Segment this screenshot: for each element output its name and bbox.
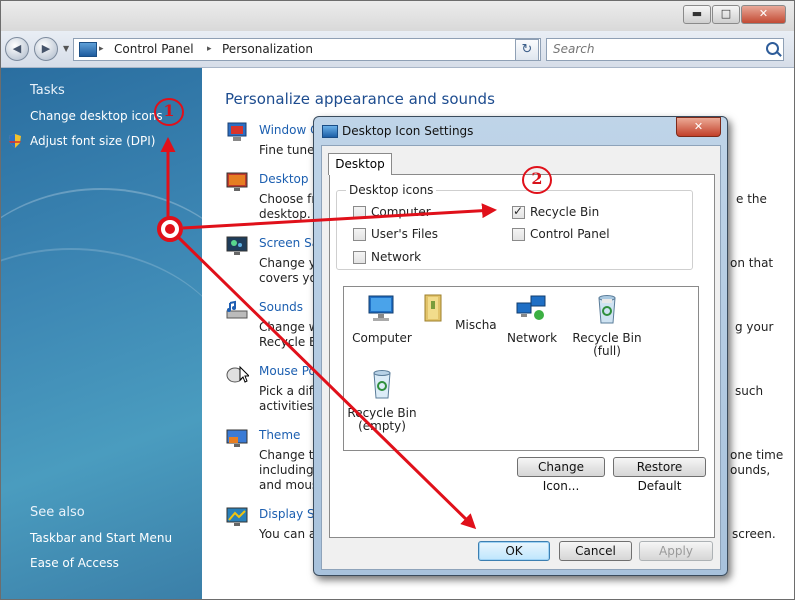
change-desktop-icons-link[interactable]: Change desktop icons	[30, 109, 163, 123]
desktop-background-description: desktop.	[259, 207, 311, 221]
title-bar: ▬ □ ✕	[1, 1, 794, 31]
page-title: Personalize appearance and sounds	[225, 90, 495, 108]
theme-link[interactable]: Theme	[259, 428, 300, 442]
ok-button[interactable]: OK	[478, 541, 550, 561]
refresh-button[interactable]: ↻	[515, 39, 539, 61]
screen-saver-icon	[226, 236, 248, 255]
dialog-close-button[interactable]: ✕	[676, 117, 721, 137]
mouse-pointer-icon	[226, 365, 249, 383]
icon-label: Recycle Bin (full)	[572, 331, 642, 358]
icon-recycle-bin-empty[interactable]: Recycle Bin (empty)	[342, 368, 422, 433]
dialog-body: Desktop Desktop icons Computer Recycle B…	[321, 145, 721, 570]
apply-button[interactable]: Apply	[639, 541, 713, 561]
description-fragment: g your	[735, 320, 774, 334]
navigation-bar: ◀ ▶ ▼ ▸ Control Panel ▸ Personalization …	[1, 31, 794, 68]
recycle-bin-checkbox[interactable]: Recycle Bin	[512, 204, 600, 219]
tab-desktop[interactable]: Desktop	[328, 153, 392, 175]
dialog-app-icon	[322, 125, 338, 138]
see-also-heading: See also	[30, 505, 85, 520]
desktop-icons-group-label: Desktop icons	[346, 183, 437, 197]
sounds-link[interactable]: Sounds	[259, 300, 303, 314]
checkbox-box[interactable]	[353, 227, 366, 241]
icon-mischa[interactable]: Mischa	[417, 293, 497, 332]
description-fragment: on that	[730, 256, 774, 270]
mouse-pointers-link[interactable]: Mouse Po	[259, 364, 316, 378]
breadcrumb-separator-icon[interactable]: ▸	[99, 44, 104, 54]
breadcrumb-control-panel[interactable]: Control Panel	[114, 42, 194, 56]
checkbox-box[interactable]	[353, 250, 366, 264]
adjust-font-size-link[interactable]: Adjust font size (DPI)	[30, 134, 155, 148]
cancel-button[interactable]: Cancel	[559, 541, 632, 561]
maximize-button[interactable]: □	[712, 5, 740, 24]
computer-icon	[368, 295, 394, 321]
recycle-bin-empty-icon	[373, 370, 391, 399]
change-icon-button[interactable]: Change Icon...	[517, 457, 605, 493]
checkbox-box[interactable]	[512, 227, 525, 241]
recycle-bin-full-icon	[598, 295, 616, 324]
breadcrumb-personalization[interactable]: Personalization	[222, 42, 313, 56]
minimize-button[interactable]: ▬	[683, 5, 711, 24]
users-files-checkbox[interactable]: User's Files	[353, 227, 438, 241]
caption-buttons: ▬ □ ✕	[682, 5, 786, 24]
icon-label: Network	[506, 331, 558, 345]
description-fragment: e the	[736, 192, 767, 206]
description-fragment: ounds,	[730, 463, 771, 477]
icon-label: Recycle Bin (empty)	[347, 406, 417, 433]
computer-checkbox[interactable]: Computer	[353, 205, 431, 219]
display-settings-description: You can al	[259, 527, 320, 541]
address-bar[interactable]: ▸ Control Panel ▸ Personalization ▼	[73, 38, 541, 61]
tasks-heading: Tasks	[30, 83, 65, 98]
search-icon[interactable]	[766, 42, 779, 55]
recent-pages-dropdown-icon[interactable]: ▼	[63, 44, 69, 53]
icon-label: Mischa	[455, 318, 497, 332]
checkbox-label: User's Files	[371, 227, 439, 241]
checkbox-label: Control Panel	[530, 227, 610, 241]
forward-button[interactable]: ▶	[34, 37, 58, 61]
description-fragment: such	[735, 384, 764, 398]
checkbox-label: Computer	[371, 205, 431, 219]
uac-shield-icon	[9, 134, 21, 148]
icon-label: Computer	[352, 331, 412, 345]
description-fragment: screen.	[732, 527, 776, 541]
theme-description: Change th	[259, 448, 322, 462]
icon-recycle-bin-full[interactable]: Recycle Bin (full)	[567, 293, 647, 358]
checkbox-box[interactable]	[512, 204, 525, 219]
icon-computer[interactable]: Computer	[342, 293, 422, 345]
sounds-description: Recycle Bi	[259, 335, 321, 349]
step-1-number: 1	[163, 101, 175, 120]
network-checkbox[interactable]: Network	[353, 250, 421, 264]
window-color-icon	[227, 122, 247, 141]
search-input[interactable]	[551, 41, 755, 57]
network-icon	[516, 295, 546, 320]
back-button[interactable]: ◀	[5, 37, 29, 61]
desktop-background-icon	[226, 172, 248, 191]
close-button[interactable]: ✕	[741, 5, 786, 24]
step-2-number: 2	[531, 169, 543, 188]
restore-default-button[interactable]: Restore Default	[613, 457, 706, 493]
description-fragment: one time	[730, 448, 784, 462]
checkbox-label: Recycle Bin	[530, 205, 600, 219]
control-panel-icon	[79, 42, 97, 57]
icon-network[interactable]: Network	[492, 293, 572, 345]
display-settings-icon	[226, 507, 248, 526]
control-panel-checkbox[interactable]: Control Panel	[512, 227, 610, 241]
user-folder-icon	[424, 294, 442, 322]
sounds-icon	[226, 300, 248, 319]
theme-icon	[226, 429, 248, 447]
desktop-icon-settings-dialog: Desktop Icon Settings ✕ Desktop Desktop …	[313, 116, 728, 576]
window-color-link[interactable]: Window C	[259, 123, 319, 137]
checkbox-label: Network	[371, 250, 422, 264]
ease-of-access-link[interactable]: Ease of Access	[30, 556, 119, 570]
checkbox-box[interactable]	[353, 205, 366, 219]
breadcrumb-separator-icon[interactable]: ▸	[207, 44, 212, 54]
search-box[interactable]	[546, 38, 784, 61]
desktop-icon-list[interactable]: Computer Mischa Network Recycle Bin (ful…	[343, 286, 699, 451]
dialog-title: Desktop Icon Settings	[342, 124, 474, 138]
taskbar-start-menu-link[interactable]: Taskbar and Start Menu	[30, 531, 172, 545]
